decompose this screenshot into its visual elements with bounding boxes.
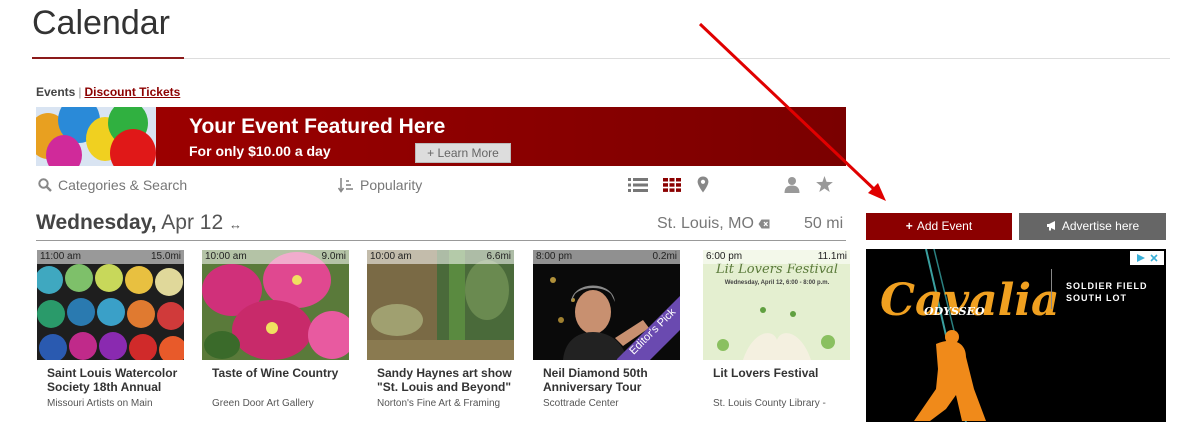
- event-venue: Green Door Art Gallery: [212, 398, 314, 409]
- title-underline: [32, 57, 184, 59]
- list-view-icon[interactable]: [628, 178, 648, 192]
- location-selector[interactable]: St. Louis, MO: [657, 215, 770, 233]
- event-timebar: 8:00 pm 0.2mi: [533, 250, 680, 264]
- event-image: 10:00 am 9.0mi: [202, 250, 349, 360]
- calendar-toolbar: Categories & Search Popularity: [36, 174, 846, 198]
- date-day: Apr 12: [156, 211, 224, 234]
- learn-more-button[interactable]: + Learn More: [415, 143, 511, 163]
- event-name[interactable]: Sandy Haynes art show "St. Louis and Bey…: [367, 360, 514, 394]
- event-card[interactable]: 10:00 am 9.0mi Taste of Wine Country Gree…: [202, 250, 349, 409]
- location-label: St. Louis, MO: [657, 215, 754, 232]
- event-image: 11:00 am 15.0mi: [37, 250, 184, 360]
- user-icon[interactable]: [784, 176, 800, 193]
- event-image: 10:00 am 6.6mi: [367, 250, 514, 360]
- poster-date: Wednesday, April 12, 6:00 - 8:00 p.m.: [724, 280, 830, 286]
- event-distance: 9.0mi: [321, 251, 346, 262]
- event-distance: 15.0mi: [150, 251, 181, 262]
- events-tab[interactable]: Events: [36, 85, 75, 99]
- sort-icon: [338, 178, 353, 193]
- event-venue: Scottrade Center: [543, 398, 619, 409]
- ad-location-line1: SOLDIER FIELD: [1066, 281, 1148, 291]
- advertise-here-button[interactable]: Advertise here: [1019, 213, 1166, 240]
- event-venue: St. Louis County Library -: [713, 398, 826, 409]
- advertisement[interactable]: Cavalia ODYSSEO SOLDIER FIELD SOUTH LOT: [866, 249, 1166, 422]
- event-name[interactable]: Taste of Wine Country: [202, 360, 349, 394]
- ad-subtitle: ODYSSEO: [924, 305, 985, 318]
- distance-selector[interactable]: 50 mi: [804, 215, 843, 233]
- search-icon: [38, 178, 52, 192]
- ad-title: Cavalia: [880, 275, 1060, 326]
- event-card[interactable]: 10:00 am 6.6mi Sandy Haynes art show "St.…: [367, 250, 514, 409]
- date-arrows-icon[interactable]: ↔: [229, 217, 242, 232]
- date-divider: [36, 240, 846, 241]
- event-image: Lit Lovers Festival Wednesday, April 12,…: [703, 250, 850, 360]
- banner-subtitle: For only $10.00 a day: [189, 143, 331, 159]
- event-card[interactable]: Editor's Pick 8:00 pm 0.2mi Neil Diamond …: [533, 250, 680, 409]
- categories-search-button[interactable]: Categories & Search: [38, 177, 187, 193]
- favorites-star-icon[interactable]: [816, 176, 833, 192]
- event-time: 10:00 am: [205, 251, 247, 262]
- event-distance: 6.6mi: [486, 251, 511, 262]
- featured-event-banner[interactable]: Your Event Featured Here For only $10.00…: [36, 107, 846, 166]
- event-name[interactable]: Saint Louis Watercolor Society 18th Annu…: [37, 360, 184, 394]
- advertise-label: Advertise here: [1061, 219, 1140, 233]
- event-distance: 0.2mi: [652, 251, 677, 262]
- ad-divider: [1051, 269, 1052, 309]
- event-distance: 11.1mi: [817, 251, 847, 262]
- clear-location-icon[interactable]: [758, 219, 770, 229]
- event-time: 6:00 pm: [706, 251, 743, 262]
- adchoices-icon: [1137, 254, 1145, 262]
- event-timebar: 10:00 am 9.0mi: [202, 250, 349, 264]
- add-event-label: Add Event: [916, 219, 973, 233]
- plus-icon: +: [905, 219, 913, 233]
- close-icon[interactable]: [1150, 254, 1158, 262]
- balloons-image: [36, 107, 156, 166]
- sort-label: Popularity: [360, 177, 423, 193]
- megaphone-icon: [1046, 221, 1055, 231]
- date-weekday: Wednesday,: [36, 211, 157, 234]
- event-time: 8:00 pm: [536, 251, 573, 262]
- page-title: Calendar: [32, 4, 170, 42]
- add-event-button[interactable]: + Add Event: [866, 213, 1012, 240]
- banner-title: Your Event Featured Here: [189, 115, 446, 138]
- event-card[interactable]: 11:00 am 15.0mi Saint Louis Watercolor So…: [37, 250, 184, 409]
- event-venue: Norton's Fine Art & Framing: [377, 398, 501, 409]
- title-divider: [184, 58, 1170, 59]
- adchoices-badge[interactable]: [1130, 251, 1164, 265]
- event-timebar: 10:00 am 6.6mi: [367, 250, 514, 264]
- map-view-icon[interactable]: [697, 176, 709, 193]
- event-name[interactable]: Lit Lovers Festival: [703, 360, 850, 394]
- event-image: Editor's Pick 8:00 pm 0.2mi: [533, 250, 680, 360]
- discount-tickets-link[interactable]: Discount Tickets: [84, 85, 180, 99]
- event-timebar: 11:00 am 15.0mi: [37, 250, 184, 264]
- event-time: 11:00 am: [40, 251, 81, 262]
- poster-title: Lit Lovers Festival: [716, 262, 838, 277]
- sort-popularity-button[interactable]: Popularity: [338, 177, 422, 193]
- subnav-separator: |: [78, 85, 82, 99]
- categories-search-label: Categories & Search: [58, 177, 188, 193]
- date-heading: Wednesday, Apr 12 ↔: [36, 211, 242, 235]
- event-time: 10:00 am: [370, 251, 412, 262]
- subnav: Events | Discount Tickets: [36, 85, 180, 99]
- event-venue: Missouri Artists on Main: [47, 398, 153, 409]
- ad-location-line2: SOUTH LOT: [1066, 293, 1127, 303]
- event-name[interactable]: Neil Diamond 50th Anniversary Tour: [533, 360, 680, 394]
- event-card[interactable]: Lit Lovers Festival Wednesday, April 12,…: [703, 250, 850, 409]
- grid-view-icon[interactable]: [663, 178, 681, 192]
- event-timebar: 6:00 pm 11.1mi: [703, 250, 850, 264]
